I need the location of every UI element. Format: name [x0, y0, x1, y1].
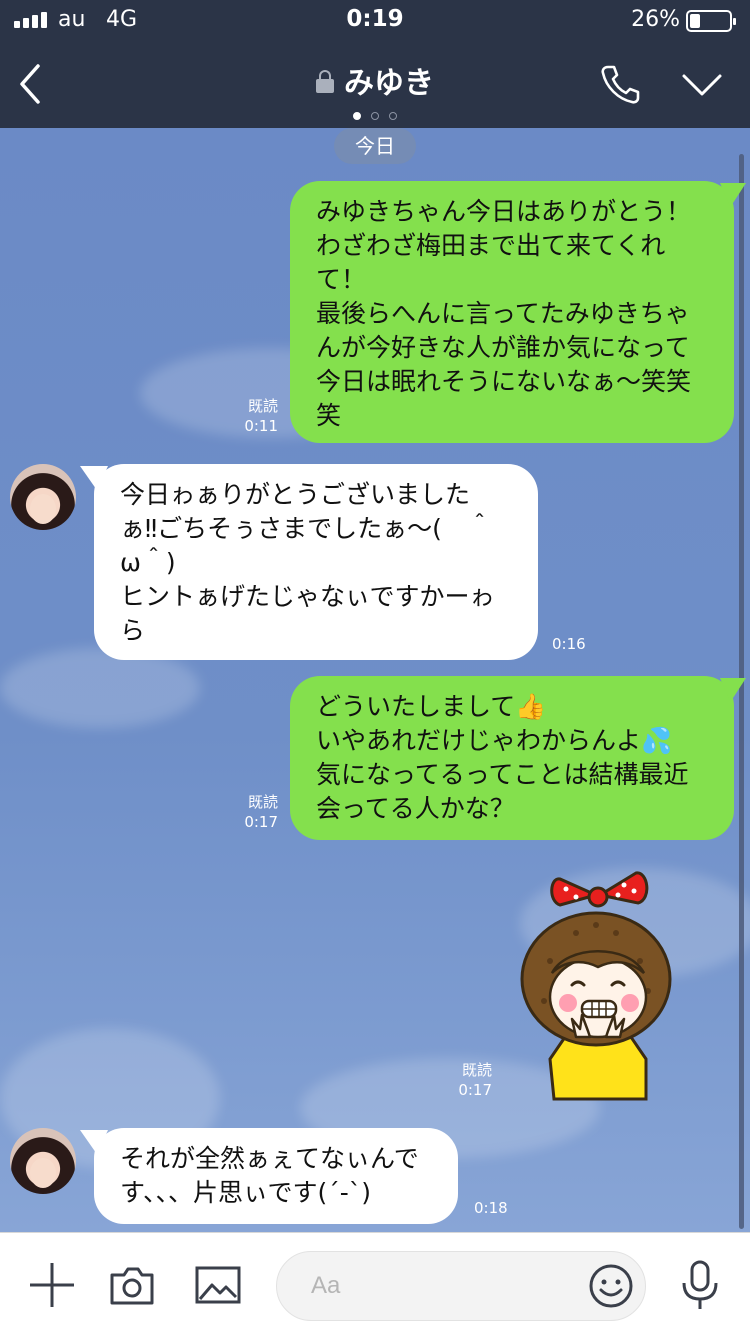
battery-level [690, 14, 700, 28]
battery-percent: 26% [631, 7, 680, 32]
received-message-bubble[interactable]: それが全然ぁぇてなぃんで す、、、片思ぃです(´-`) [94, 1128, 458, 1224]
lock-icon [316, 70, 334, 93]
page-dot [371, 112, 379, 120]
contact-avatar[interactable] [10, 464, 76, 530]
contact-avatar[interactable] [10, 1128, 76, 1194]
phone-icon [601, 65, 640, 104]
menu-dropdown-button[interactable] [680, 70, 724, 100]
message-input-bar: Aa [0, 1232, 750, 1334]
page-dot [353, 112, 361, 120]
image-icon[interactable] [194, 1261, 242, 1313]
page-indicator [0, 105, 750, 124]
camera-icon[interactable] [108, 1261, 156, 1313]
message-time: 0:17 [458, 1081, 492, 1099]
message-time: 0:11 [244, 417, 278, 435]
microphone-icon[interactable] [680, 1259, 720, 1315]
contact-name: みゆき [344, 66, 434, 101]
page-dot [389, 112, 397, 120]
sent-message-bubble[interactable]: どういたしまして👍 いやあれだけじゃわからんよ💦 気になってるってことは結構最近… [290, 676, 734, 840]
battery-icon [686, 10, 736, 32]
girl-with-red-bow-sticker[interactable] [520, 861, 674, 1101]
emoji-icon[interactable] [588, 1263, 634, 1313]
status-bar: au 4G 0:19 26% [0, 0, 750, 40]
chevron-down-icon [682, 74, 722, 96]
message-meta: 既読 0:17 [230, 792, 278, 832]
read-receipt: 既読 [461, 1061, 492, 1079]
message-meta: 既読 0:11 [230, 396, 278, 436]
read-receipt: 既読 [247, 397, 278, 415]
message-meta: 既読 0:17 [446, 1060, 492, 1100]
sent-message-bubble[interactable]: みゆきちゃん今日はありがとう！ わざわざ梅田まで出て来てくれ て！ 最後らへんに… [290, 181, 734, 443]
read-receipt: 既読 [247, 793, 278, 811]
chat-header: au 4G 0:19 26% みゆき [0, 0, 750, 128]
received-message-bubble[interactable]: 今日ゎぁりがとうございました ぁ‼︎ごちそぅさまでしたぁ〜( ＾ ω＾) ヒント… [94, 464, 538, 660]
message-time: 0:18 [474, 1199, 508, 1217]
plus-icon[interactable] [28, 1261, 76, 1313]
scrollbar[interactable] [739, 154, 744, 1229]
message-list[interactable]: 今日 みゆきちゃん今日はありがとう！ わざわざ梅田まで出て来てくれ て！ 最後ら… [0, 128, 750, 1232]
message-time: 0:16 [552, 635, 586, 653]
call-button[interactable] [598, 62, 642, 106]
date-separator: 今日 [334, 128, 416, 164]
message-time: 0:17 [244, 813, 278, 831]
